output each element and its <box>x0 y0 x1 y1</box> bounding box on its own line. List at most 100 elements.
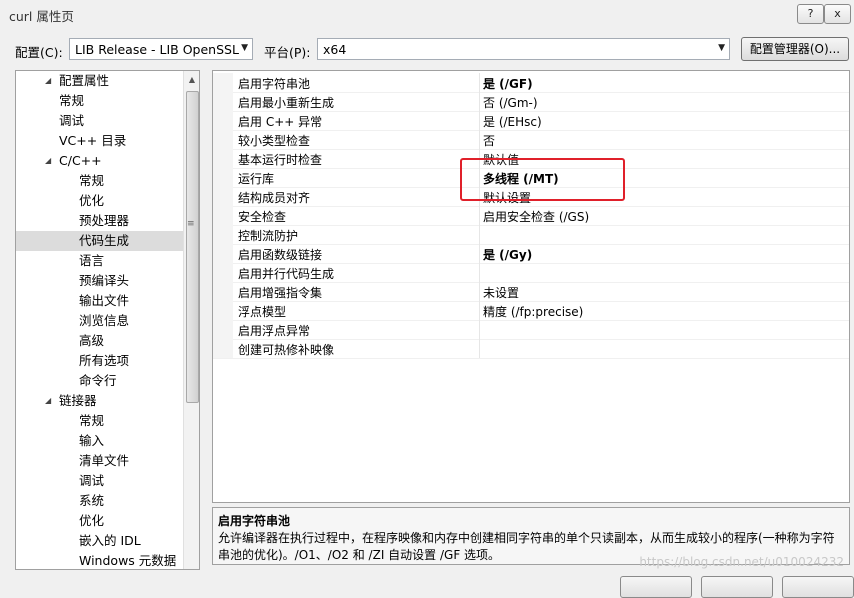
property-name: 浮点模型 <box>238 305 287 319</box>
property-row[interactable]: 较小类型检查 否 <box>213 130 849 150</box>
close-button[interactable]: x <box>824 4 851 24</box>
tree-item[interactable]: 清单文件 <box>16 451 183 471</box>
expand-arrow-icon[interactable]: ◢ <box>45 151 51 171</box>
property-name: 启用 C++ 异常 <box>238 115 323 129</box>
property-name: 启用浮点异常 <box>238 324 311 338</box>
tree-item[interactable]: 语言 <box>16 251 183 271</box>
row-gutter <box>213 130 233 149</box>
property-value[interactable]: 否 (/Gm-) <box>483 94 538 111</box>
column-divider <box>479 320 480 339</box>
tree-item[interactable]: 常规 <box>16 171 183 191</box>
config-select-value: LIB Release - LIB OpenSSL <box>75 42 239 57</box>
tree-item-label: 语言 <box>79 253 105 268</box>
property-value[interactable]: 未设置 <box>483 284 519 301</box>
tree-item[interactable]: 高级 <box>16 331 183 351</box>
apply-button[interactable] <box>782 576 854 598</box>
tree-item[interactable]: 浏览信息 <box>16 311 183 331</box>
tree-item[interactable]: 常规 <box>16 411 183 431</box>
tree-item-label: VC++ 目录 <box>59 133 127 148</box>
tree-item-label: 常规 <box>59 93 85 108</box>
tree-scrollbar[interactable]: ▲ ≡ <box>183 71 199 569</box>
row-gutter <box>213 206 233 225</box>
property-row[interactable]: 控制流防护 <box>213 225 849 245</box>
property-row[interactable]: 浮点模型 精度 (/fp:precise) <box>213 301 849 321</box>
tree-item[interactable]: 预处理器 <box>16 211 183 231</box>
property-grid[interactable]: 启用字符串池是 (/GF) 启用最小重新生成否 (/Gm-) 启用 C++ 异常是 … <box>212 70 850 503</box>
description-title: 启用字符串池 <box>218 514 291 528</box>
tree-item-label: 预处理器 <box>79 213 130 228</box>
expand-arrow-icon[interactable]: ◢ <box>45 71 51 91</box>
tree-item-label: 系统 <box>79 493 105 508</box>
window-title: curl 属性页 <box>9 9 74 24</box>
tree-item[interactable]: 优化 <box>16 511 183 531</box>
property-value[interactable]: 启用安全检查 (/GS) <box>483 208 589 225</box>
tree-item[interactable]: ◢ 链接器 <box>16 391 183 411</box>
property-value[interactable]: 是 (/GF) <box>483 75 533 92</box>
tree-item[interactable]: 所有选项 <box>16 351 183 371</box>
cancel-button[interactable] <box>701 576 773 598</box>
property-row[interactable]: 启用函数级链接 是 (/Gy) <box>213 244 849 264</box>
config-select[interactable]: LIB Release - LIB OpenSSL ▼ <box>69 38 253 60</box>
property-row[interactable]: 创建可热修补映像 <box>213 339 849 359</box>
row-gutter <box>213 282 233 301</box>
tree-item[interactable]: 代码生成 <box>16 231 183 251</box>
property-row[interactable]: 启用 C++ 异常 是 (/EHsc) <box>213 111 849 131</box>
property-row[interactable]: 启用并行代码生成 <box>213 263 849 283</box>
property-name: 基本运行时检查 <box>238 153 323 167</box>
tree-item[interactable]: Windows 元数据 <box>16 551 183 569</box>
property-value[interactable]: 是 (/Gy) <box>483 246 532 263</box>
tree-item[interactable]: ◢ 配置属性 <box>16 71 183 91</box>
ok-button[interactable] <box>620 576 692 598</box>
property-row[interactable]: 安全检查 启用安全检查 (/GS) <box>213 206 849 226</box>
scroll-up-icon[interactable]: ▲ <box>184 71 199 88</box>
row-gutter <box>213 187 233 206</box>
tree-item-label: 高级 <box>79 333 105 348</box>
tree-item-label: 所有选项 <box>79 353 130 368</box>
expand-arrow-icon[interactable]: ◢ <box>45 391 51 411</box>
tree-item-label: C/C++ <box>59 153 102 168</box>
tree-item[interactable]: 预编译头 <box>16 271 183 291</box>
help-button[interactable]: ? <box>797 4 824 24</box>
platform-select[interactable]: x64 ▼ <box>317 38 730 60</box>
property-row[interactable]: 启用字符串池 是 (/GF) <box>213 73 849 93</box>
property-tree[interactable]: ◢ 配置属性 常规 调试 VC++ 目录 ◢ C/C++ 常规 优化 预处理器 代码生成 语言 预编译头… <box>15 70 200 570</box>
tree-item[interactable]: 输入 <box>16 431 183 451</box>
tree-item-label: 优化 <box>79 193 105 208</box>
chevron-down-icon: ▼ <box>241 43 248 53</box>
tree-item[interactable]: 输出文件 <box>16 291 183 311</box>
row-gutter <box>213 92 233 111</box>
column-divider <box>479 244 480 263</box>
row-gutter <box>213 73 233 92</box>
property-row[interactable]: 启用最小重新生成 否 (/Gm-) <box>213 92 849 112</box>
tree-item[interactable]: 系统 <box>16 491 183 511</box>
tree-item-label: 调试 <box>59 113 85 128</box>
tree-item-label: 配置属性 <box>59 73 110 88</box>
tree-item[interactable]: VC++ 目录 <box>16 131 183 151</box>
tree-item[interactable]: 优化 <box>16 191 183 211</box>
scrollbar-thumb[interactable] <box>186 91 199 403</box>
property-value[interactable]: 精度 (/fp:precise) <box>483 303 583 320</box>
property-name: 较小类型检查 <box>238 134 311 148</box>
tree-item-label: 命令行 <box>79 373 117 388</box>
property-value[interactable]: 是 (/EHsc) <box>483 113 542 130</box>
tree-item-label: 链接器 <box>59 393 97 408</box>
tree-item[interactable]: 命令行 <box>16 371 183 391</box>
tree-item[interactable]: ◢ C/C++ <box>16 151 183 171</box>
tree-item[interactable]: 调试 <box>16 111 183 131</box>
property-value[interactable]: 否 <box>483 132 495 149</box>
tree-item[interactable]: 常规 <box>16 91 183 111</box>
tree-item-label: 常规 <box>79 413 105 428</box>
column-divider <box>479 225 480 244</box>
row-gutter <box>213 111 233 130</box>
watermark: https://blog.csdn.net/u010024232 <box>639 555 844 569</box>
tree-item[interactable]: 嵌入的 IDL <box>16 531 183 551</box>
row-gutter <box>213 263 233 282</box>
property-row[interactable]: 启用增强指令集 未设置 <box>213 282 849 302</box>
tree-item[interactable]: 调试 <box>16 471 183 491</box>
config-manager-button[interactable]: 配置管理器(O)... <box>741 37 849 61</box>
property-name: 安全检查 <box>238 210 287 224</box>
column-divider <box>479 263 480 282</box>
tree-item-label: Windows 元数据 <box>79 553 177 568</box>
annotation-highlight-box <box>460 158 625 201</box>
property-row[interactable]: 启用浮点异常 <box>213 320 849 340</box>
